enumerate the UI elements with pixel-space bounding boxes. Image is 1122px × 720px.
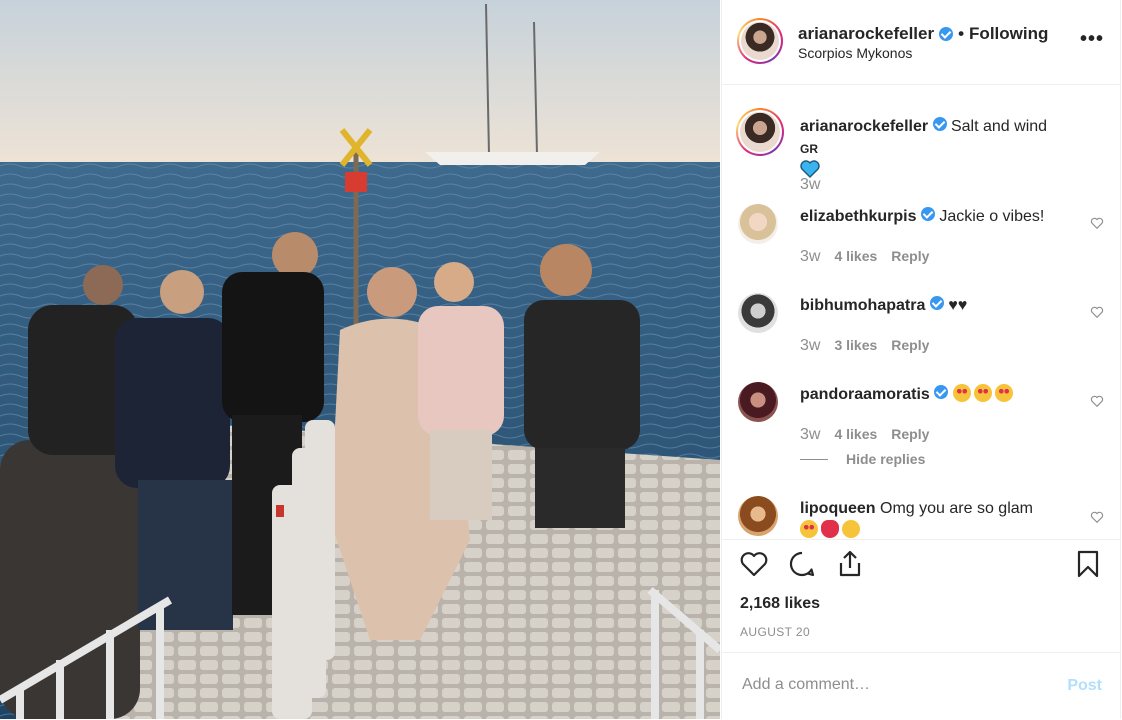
separator-dot: •: [958, 24, 965, 43]
post-date: AUGUST 20: [740, 625, 811, 639]
heart-eyes-emoji: [973, 384, 992, 402]
flag-gr: GR: [800, 142, 818, 156]
comment-likes[interactable]: 3 likes: [834, 337, 877, 353]
comment-likes[interactable]: 4 likes: [834, 248, 877, 264]
comments-list[interactable]: arianarockefeller Salt and wind GR 3w el…: [722, 85, 1120, 540]
post-location[interactable]: Scorpios Mykonos: [798, 45, 912, 61]
comment-username[interactable]: elizabethkurpis: [800, 208, 916, 225]
commenter-avatar[interactable]: [738, 382, 778, 422]
grin-emoji: [842, 520, 860, 538]
comment-icon[interactable]: [786, 548, 818, 580]
comment-username[interactable]: lipoqueen: [800, 500, 876, 517]
reply-button[interactable]: Reply: [891, 426, 929, 442]
comment-likes[interactable]: 4 likes: [834, 426, 877, 442]
bookmark-icon[interactable]: [1072, 548, 1104, 580]
author-username[interactable]: arianarockefeller: [798, 24, 934, 44]
replies-line: [800, 458, 828, 460]
hearts-emoji: [821, 520, 839, 538]
comment: bibhumohapatra ♥♥ 3w 3 likes Reply: [738, 293, 1104, 363]
hide-replies-label: Hide replies: [846, 451, 926, 467]
comment: lipoqueen Omg you are so glam: [738, 496, 1104, 539]
caption-time: 3w: [800, 176, 821, 193]
verified-icon: [934, 385, 949, 399]
comment-username[interactable]: pandoraamoratis: [800, 386, 930, 403]
more-icon[interactable]: •••: [1080, 28, 1104, 51]
commenter-avatar[interactable]: [738, 293, 778, 333]
following-button[interactable]: Following: [969, 24, 1048, 44]
post-photo-scene: [0, 0, 720, 719]
reply-button[interactable]: Reply: [891, 337, 929, 353]
comment-time: 3w: [800, 426, 821, 443]
comment-text: Jackie o vibes!: [939, 208, 1045, 225]
heart-eyes-emoji: [800, 520, 818, 538]
comment-time: 3w: [800, 337, 821, 354]
like-comment-icon[interactable]: [1090, 394, 1104, 408]
like-comment-icon[interactable]: [1090, 510, 1104, 524]
like-comment-icon[interactable]: [1090, 216, 1104, 230]
hide-replies-button[interactable]: Hide replies: [800, 451, 925, 467]
comment: pandoraamoratis 3w 4 likes Reply: [738, 382, 1104, 452]
comment-time: 3w: [800, 248, 821, 265]
verified-icon: [939, 27, 954, 41]
verified-icon: [920, 207, 935, 221]
caption-username[interactable]: arianarockefeller: [800, 118, 928, 135]
post-actions: [738, 548, 1104, 588]
comment-text: ♥♥: [948, 297, 968, 314]
heart-eyes-emoji: [994, 384, 1013, 402]
verified-icon: [932, 117, 947, 131]
caption-avatar[interactable]: [736, 108, 784, 156]
post-side-panel: arianarockefeller • Following Scorpios M…: [721, 0, 1121, 719]
reply-button[interactable]: Reply: [891, 248, 929, 264]
caption-text: Salt and wind: [950, 118, 1048, 135]
heart-eyes-emoji: [952, 384, 971, 402]
commenter-avatar[interactable]: [738, 496, 778, 536]
verified-icon: [929, 296, 944, 310]
share-icon[interactable]: [834, 548, 866, 580]
likes-count[interactable]: 2,168 likes: [740, 595, 820, 613]
post-photo[interactable]: [0, 0, 720, 719]
heart-icon[interactable]: [738, 548, 770, 580]
caption: arianarockefeller Salt and wind GR 3w: [736, 108, 1104, 198]
post-header: arianarockefeller • Following Scorpios M…: [722, 0, 1120, 85]
comment-text: Omg you are so glam: [880, 500, 1033, 517]
post-button[interactable]: Post: [1067, 677, 1102, 695]
like-comment-icon[interactable]: [1090, 305, 1104, 319]
comment: elizabethkurpis Jackie o vibes! 3w 4 lik…: [738, 204, 1104, 274]
commenter-avatar[interactable]: [738, 204, 778, 244]
comment-input[interactable]: [740, 675, 1044, 695]
author-avatar[interactable]: [737, 18, 783, 64]
add-comment-bar: Post: [722, 652, 1120, 720]
comment-username[interactable]: bibhumohapatra: [800, 297, 925, 314]
